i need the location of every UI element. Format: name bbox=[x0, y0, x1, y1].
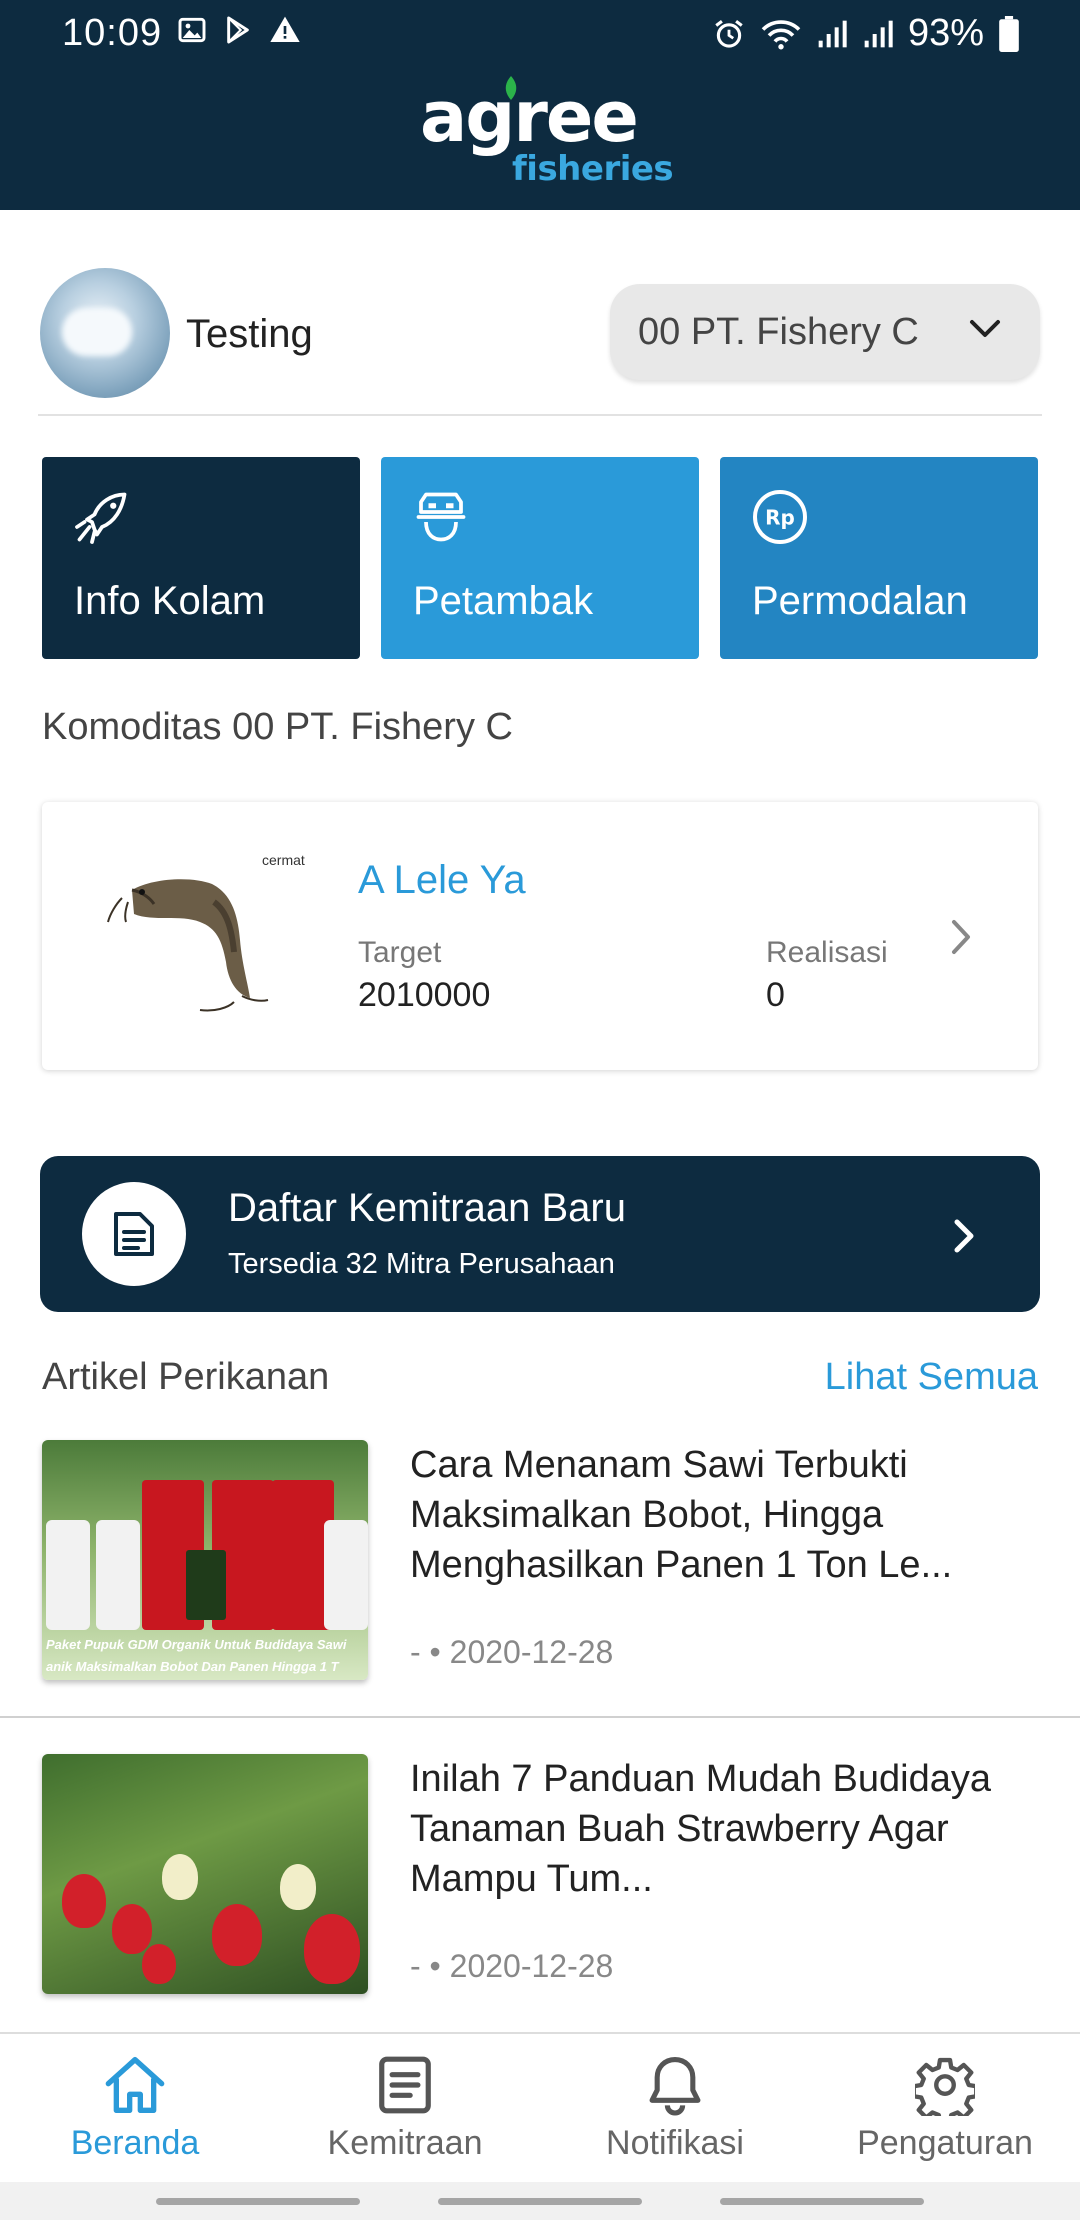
status-bar: 10:09 93% bbox=[0, 0, 1080, 66]
gesture-bar bbox=[0, 2182, 1080, 2220]
tile-label: Info Kolam bbox=[74, 579, 266, 623]
company-dropdown[interactable]: 00 PT. Fishery C bbox=[610, 284, 1040, 380]
partner-icon-circle bbox=[82, 1182, 186, 1286]
signal-icon bbox=[818, 20, 847, 47]
cermat-badge: cermat bbox=[262, 852, 305, 868]
realisasi-label: Realisasi bbox=[766, 936, 888, 969]
logo-main-text: agree bbox=[420, 76, 639, 158]
gear-icon bbox=[915, 2057, 975, 2116]
gesture-pill-back[interactable] bbox=[720, 2198, 924, 2205]
document-icon bbox=[114, 1212, 154, 1256]
signal-icon bbox=[864, 20, 893, 47]
partner-banner[interactable]: Daftar Kemitraan Baru Tersedia 32 Mitra … bbox=[40, 1156, 1040, 1312]
tile-label: Petambak bbox=[413, 579, 594, 623]
agree-fisheries-logo: agree fisheries bbox=[420, 76, 674, 192]
realisasi-value: 0 bbox=[766, 976, 785, 1014]
avatar[interactable] bbox=[40, 268, 170, 398]
status-left-icons bbox=[176, 14, 302, 46]
partner-banner-title: Daftar Kemitraan Baru bbox=[228, 1186, 626, 1230]
tile-label: Permodalan bbox=[752, 579, 968, 623]
nav-label: Notifikasi bbox=[606, 2124, 744, 2162]
alarm-icon bbox=[715, 19, 743, 48]
logo-sub-text: fisheries bbox=[512, 149, 674, 189]
tile-permodalan[interactable]: Rp Permodalan bbox=[720, 457, 1038, 659]
target-value: 2010000 bbox=[358, 976, 491, 1014]
tile-petambak[interactable]: Petambak bbox=[381, 457, 699, 659]
warning-icon bbox=[270, 16, 300, 42]
commodity-card[interactable]: cermat A Lele Ya Target 2010000 Realisas… bbox=[42, 802, 1038, 1070]
nav-pengaturan[interactable]: Pengaturan bbox=[810, 2054, 1080, 2178]
status-right-icons: 93% bbox=[712, 12, 1020, 55]
bottom-nav: Beranda Kemitraan Notifikasi Pengaturan bbox=[0, 2032, 1080, 2182]
chevron-right-icon bbox=[954, 1219, 974, 1253]
play-store-icon bbox=[227, 16, 249, 44]
commodity-name: A Lele Ya bbox=[358, 858, 526, 902]
article-item[interactable]: Paket Pupuk GDM Organik Untuk Budidaya S… bbox=[0, 1438, 1080, 1718]
tile-info-kolam[interactable]: Info Kolam bbox=[42, 457, 360, 659]
image-icon bbox=[178, 17, 206, 43]
thumbnail-caption: Paket Pupuk GDM Organik Untuk Budidaya S… bbox=[46, 1637, 347, 1674]
profile-row: Testing 00 PT. Fishery C bbox=[38, 266, 1042, 416]
company-dropdown-value: 00 PT. Fishery C bbox=[638, 310, 919, 353]
partner-banner-subtitle: Tersedia 32 Mitra Perusahaan bbox=[228, 1248, 615, 1280]
artikel-section-title: Artikel Perikanan bbox=[42, 1356, 330, 1398]
gesture-pill-home[interactable] bbox=[438, 2198, 642, 2205]
see-all-link[interactable]: Lihat Semua bbox=[825, 1356, 1038, 1399]
app-header: 10:09 93% agree fisheries bbox=[0, 0, 1080, 210]
home-icon bbox=[105, 2057, 165, 2113]
fish-icon bbox=[75, 492, 127, 544]
nav-label: Kemitraan bbox=[327, 2124, 483, 2162]
article-thumbnail: Paket Pupuk GDM Organik Untuk Budidaya S… bbox=[42, 1440, 368, 1680]
article-meta: - • 2020-12-28 bbox=[410, 1634, 614, 1670]
article-item[interactable]: Inilah 7 Panduan Mudah Budidaya Tanaman … bbox=[0, 1752, 1080, 2052]
gesture-pill-recent[interactable] bbox=[156, 2198, 360, 2205]
nav-notifikasi[interactable]: Notifikasi bbox=[540, 2054, 810, 2178]
document-icon bbox=[379, 2056, 431, 2114]
target-label: Target bbox=[358, 936, 442, 969]
nav-label: Pengaturan bbox=[857, 2124, 1033, 2162]
svg-text:Rp: Rp bbox=[765, 506, 795, 530]
article-title: Cara Menanam Sawi Terbukti Maksimalkan B… bbox=[410, 1444, 953, 1586]
article-meta: - • 2020-12-28 bbox=[410, 1948, 614, 1984]
chevron-down-icon bbox=[970, 320, 1000, 337]
catfish-image bbox=[107, 879, 269, 1012]
status-time: 10:09 bbox=[62, 12, 163, 54]
chevron-right-icon bbox=[952, 920, 970, 954]
komoditas-title: Komoditas 00 PT. Fishery C bbox=[42, 706, 513, 748]
nav-kemitraan[interactable]: Kemitraan bbox=[270, 2054, 540, 2178]
nav-label: Beranda bbox=[70, 2124, 200, 2162]
article-title: Inilah 7 Panduan Mudah Budidaya Tanaman … bbox=[410, 1758, 992, 1900]
nav-beranda[interactable]: Beranda bbox=[0, 2054, 270, 2178]
profile-name: Testing bbox=[186, 312, 313, 356]
farmer-icon bbox=[416, 492, 466, 542]
article-thumbnail bbox=[42, 1754, 368, 1994]
battery-icon bbox=[999, 15, 1019, 52]
battery-percent: 93% bbox=[907, 12, 984, 54]
wifi-icon bbox=[761, 19, 801, 49]
bell-icon bbox=[649, 2057, 701, 2116]
rupiah-icon: Rp bbox=[753, 490, 807, 544]
